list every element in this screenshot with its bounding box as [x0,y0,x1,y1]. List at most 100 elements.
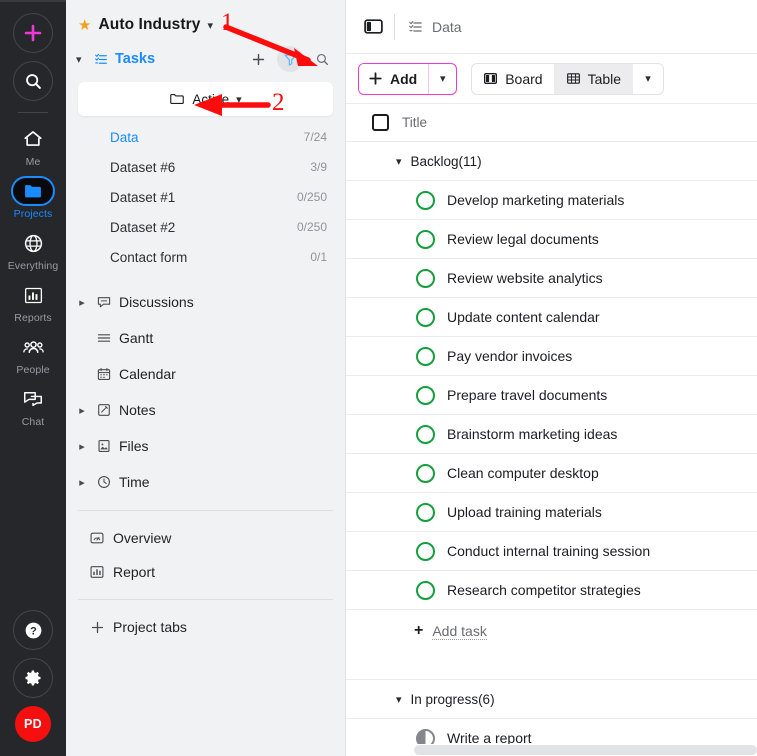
board-icon [484,73,498,84]
filter-button[interactable] [277,46,303,72]
horizontal-scrollbar[interactable] [362,744,757,756]
rail-label-people: People [16,364,50,376]
sidebar-item-report[interactable]: Report [66,555,345,589]
tasks-collapse-caret-icon[interactable]: ▾ [76,53,88,66]
view-options-button[interactable]: ▾ [633,64,663,94]
view-toolbar: Add ▾ Board Table ▾ [346,54,757,104]
panel-toggle-icon [363,19,383,34]
task-list-item-data[interactable]: Data 7/24 [66,122,345,152]
rail-item-people[interactable]: People [0,327,66,379]
table-row[interactable]: Update content calendar [346,298,757,337]
task-list-item-dataset-6[interactable]: Dataset #6 3/9 [66,152,345,182]
add-button[interactable] [13,13,53,53]
chevron-right-icon[interactable]: ▸ [76,404,88,417]
rail-item-me[interactable]: Me [0,119,66,171]
chevron-down-icon[interactable]: ▾ [208,19,214,32]
chevron-down-icon: ▾ [645,73,651,85]
chevron-down-icon[interactable]: ▾ [396,693,402,706]
sidebar-item-time[interactable]: ▸ Time [66,464,345,500]
panel-toggle-button[interactable] [358,12,388,42]
sidebar-divider-2 [78,599,333,600]
sidebar-nav: ▸ Discussions Gantt Calendar ▸ Notes ▸ F… [66,284,345,500]
tasks-section-header: ▾ Tasks [66,44,345,74]
table-row[interactable]: Conduct internal training session [346,532,757,571]
status-open-icon[interactable] [416,541,435,561]
breadcrumb[interactable]: Data [408,19,462,35]
scrollbar-thumb[interactable] [414,745,757,755]
search-tasks-button[interactable] [309,46,335,72]
task-title: Prepare travel documents [447,387,608,403]
star-icon[interactable]: ★ [78,18,91,33]
home-icon [24,131,42,146]
plus-icon [369,72,382,85]
task-list-item-dataset-2[interactable]: Dataset #2 0/250 [66,212,345,242]
status-open-icon[interactable] [416,385,435,405]
file-image-icon [94,438,113,454]
table-row[interactable]: Research competitor strategies [346,571,757,610]
sidebar-item-discussions[interactable]: ▸ Discussions [66,284,345,320]
task-list-count: 7/24 [303,130,327,144]
table-row[interactable]: Develop marketing materials [346,181,757,220]
sidebar-item-notes[interactable]: ▸ Notes [66,392,345,428]
settings-button[interactable] [13,658,53,698]
table-row[interactable]: Prepare travel documents [346,376,757,415]
sidebar-item-files[interactable]: ▸ Files [66,428,345,464]
sidebar-item-overview[interactable]: Overview [66,521,345,555]
status-open-icon[interactable] [416,580,435,600]
add-task-list-button[interactable] [245,46,271,72]
task-list-item-contact-form[interactable]: Contact form 0/1 [66,242,345,272]
table-row[interactable]: Review website analytics [346,259,757,298]
view-board-button[interactable]: Board [472,63,555,94]
task-title: Research competitor strategies [447,582,641,598]
annotation-number-2: 2 [272,89,285,116]
status-open-icon[interactable] [416,346,435,366]
status-open-icon[interactable] [416,463,435,483]
help-button[interactable]: ? [13,610,53,650]
global-nav-rail: Me Projects Everything Reports People Ch… [0,0,66,756]
folder-icon [25,185,41,198]
rail-item-everything[interactable]: Everything [0,223,66,275]
status-open-icon[interactable] [416,229,435,249]
status-open-icon[interactable] [416,424,435,444]
task-list-item-dataset-1[interactable]: Dataset #1 0/250 [66,182,345,212]
project-selector[interactable]: ★ Auto Industry ▾ [66,0,345,44]
status-open-icon[interactable] [416,268,435,288]
view-table-button[interactable]: Table [554,63,634,94]
rail-item-chat[interactable]: Chat [0,379,66,431]
group-header-in-progress[interactable]: ▾ In progress(6) [346,680,757,719]
status-open-icon[interactable] [416,307,435,327]
active-folder-dropdown[interactable]: Active ▾ [78,82,333,116]
chevron-right-icon[interactable]: ▸ [76,476,88,489]
sidebar-item-label: Overview [113,530,172,546]
user-avatar[interactable]: PD [15,706,51,742]
rail-item-reports[interactable]: Reports [0,275,66,327]
task-title: Conduct internal training session [447,543,651,559]
rail-item-projects[interactable]: Projects [0,171,66,223]
table-row[interactable]: Pay vendor invoices [346,337,757,376]
table-row[interactable]: Brainstorm marketing ideas [346,415,757,454]
globe-icon-wrap [11,228,55,258]
group-header-backlog[interactable]: ▾ Backlog(11) [346,142,757,181]
table-row[interactable]: Upload training materials [346,493,757,532]
sidebar-item-gantt[interactable]: Gantt [66,320,345,356]
people-icon-wrap [11,332,55,362]
chevron-down-icon[interactable]: ▾ [396,155,402,168]
bar-chart-icon [88,564,106,580]
table-row[interactable]: Clean computer desktop [346,454,757,493]
rail-label-reports: Reports [14,312,52,324]
add-task-button[interactable]: + Add task [346,610,757,652]
table-row[interactable]: Review legal documents [346,220,757,259]
add-dropdown-button[interactable]: ▾ [428,63,456,94]
project-tabs-button[interactable]: Project tabs [66,610,345,644]
chevron-down-icon[interactable]: ▾ [236,93,242,106]
task-list-name: Dataset #6 [110,159,176,175]
help-icon: ? [25,622,41,638]
global-search-button[interactable] [13,61,53,101]
select-all-checkbox[interactable] [372,114,389,131]
status-open-icon[interactable] [416,190,435,210]
sidebar-item-calendar[interactable]: Calendar [66,356,345,392]
chevron-right-icon[interactable]: ▸ [76,440,88,453]
add-button[interactable]: Add [359,63,429,94]
chevron-right-icon[interactable]: ▸ [76,296,88,309]
status-open-icon[interactable] [416,502,435,522]
